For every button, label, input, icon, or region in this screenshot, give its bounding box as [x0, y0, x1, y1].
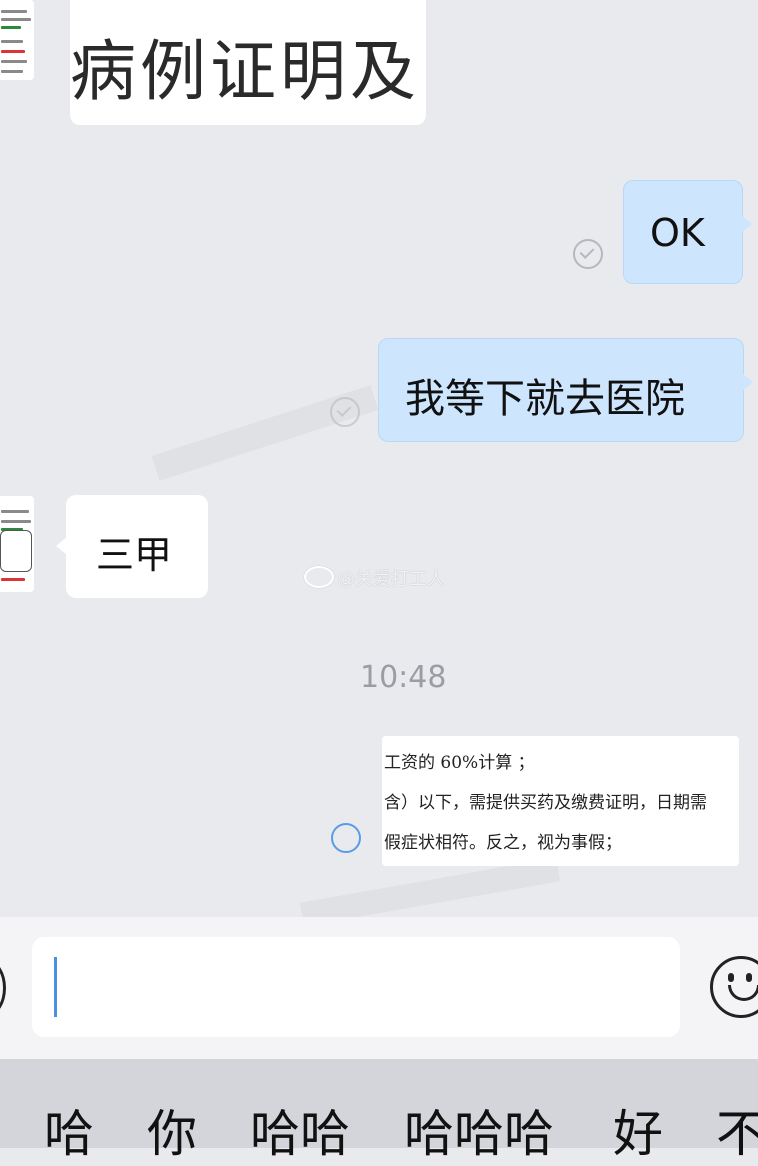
message-text: 三甲	[96, 533, 173, 577]
message-timestamp: 10:48	[360, 660, 447, 695]
image-message-text: 病例证明及	[70, 33, 420, 110]
sender-avatar[interactable]	[0, 0, 34, 80]
weibo-logo-icon	[304, 566, 334, 588]
image-message-document[interactable]: 工资的 60%计算 ； 含）以下，需提供买药及缴费证明，日期需 假症状相符。反之…	[382, 736, 739, 866]
text-caret	[54, 957, 57, 1017]
outgoing-message-hospital[interactable]: 我等下就去医院	[378, 338, 753, 442]
document-line: 假症状相符。反之，视为事假；	[384, 833, 622, 853]
suggestion-item[interactable]: 哈哈	[250, 1094, 350, 1166]
read-check-icon	[573, 239, 603, 269]
suggestion-item[interactable]: 你	[147, 1094, 197, 1166]
document-line: 工资的 60%计算 ；	[384, 753, 535, 773]
message-input[interactable]	[32, 937, 680, 1037]
suggestion-item[interactable]: 好	[613, 1094, 663, 1166]
message-text: 我等下就去医院	[405, 376, 685, 422]
suggestion-item[interactable]: 哈哈哈	[404, 1094, 554, 1166]
suggestion-item[interactable]: 不	[716, 1094, 758, 1166]
incoming-message-sanjia[interactable]: 三甲	[56, 495, 208, 598]
unread-circle-icon	[331, 823, 361, 853]
image-message-top[interactable]: 病例证明及	[70, 0, 426, 125]
suggestion-item[interactable]: 哈	[44, 1094, 94, 1166]
message-text: OK	[650, 211, 705, 255]
document-line: 含）以下，需提供买药及缴费证明，日期需	[384, 793, 707, 813]
outgoing-message-ok[interactable]: OK	[623, 180, 752, 284]
read-check-icon	[330, 397, 360, 427]
weibo-watermark: @关爱打工人	[337, 569, 445, 590]
sender-avatar[interactable]	[0, 496, 34, 592]
